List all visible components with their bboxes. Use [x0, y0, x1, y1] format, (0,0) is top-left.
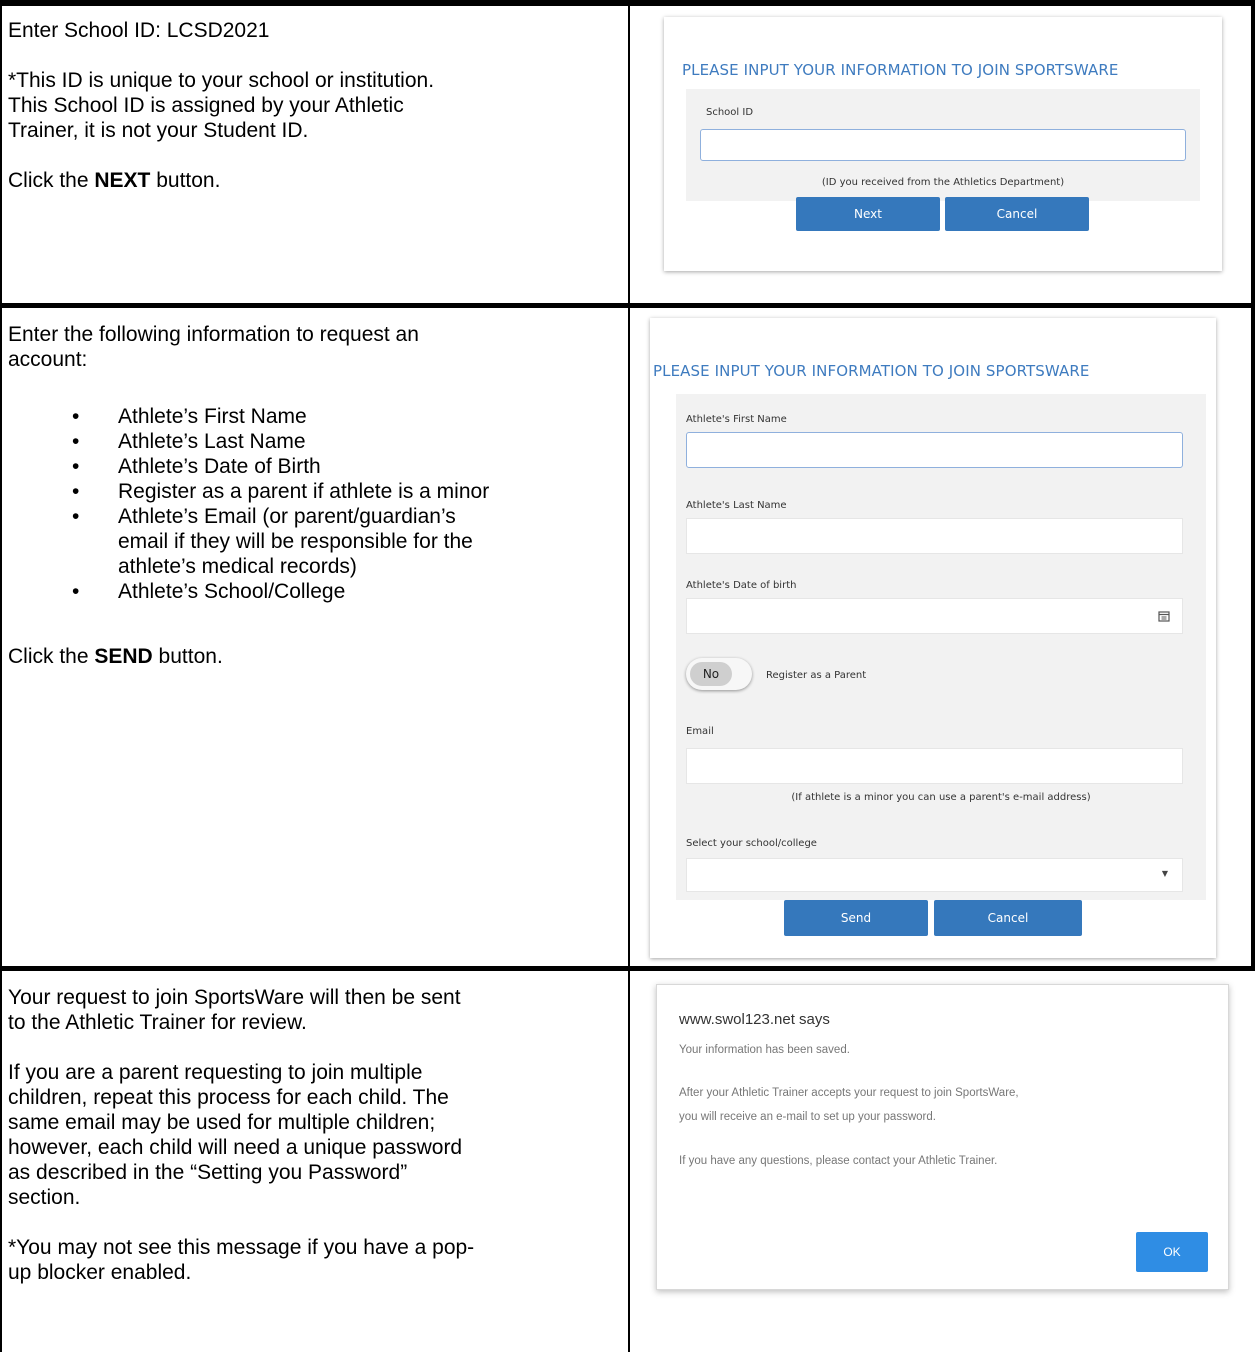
review-line-1: Your request to join SportsWare will the…: [8, 986, 461, 1009]
table-border-left: [0, 0, 2, 1352]
last-name-input[interactable]: [686, 518, 1183, 554]
dropdown-arrow-icon: ▼: [1161, 869, 1168, 878]
school-id-input[interactable]: [700, 129, 1186, 161]
ok-button[interactable]: OK: [1136, 1232, 1208, 1272]
required-info-item: Athlete’s First Name: [8, 404, 628, 429]
school-group: Select your school/college ▼: [676, 818, 1206, 900]
email-label: Email: [686, 726, 714, 737]
multi-child-line-3: same email may be used for multiple chil…: [8, 1111, 436, 1134]
email-hint: (If athlete is a minor you can use a par…: [791, 792, 1091, 803]
table-border-right: [1251, 0, 1255, 971]
school-id-line: Enter School ID: LCSD2021: [8, 19, 270, 42]
last-name-group: Athlete's Last Name: [676, 482, 1206, 562]
parent-toggle-group: No Register as a Parent: [676, 642, 1206, 706]
confirmation-dialog: www.swol123.net says Your information ha…: [656, 984, 1229, 1290]
school-id-note-1: *This ID is unique to your school or ins…: [8, 69, 435, 92]
required-info-text: Athlete’s School/College: [118, 580, 346, 603]
school-select[interactable]: ▼: [686, 858, 1183, 892]
required-info-text: Athlete’s First Name: [118, 405, 307, 428]
first-name-label: Athlete's First Name: [686, 414, 787, 425]
multi-child-line-6: section.: [8, 1186, 81, 1209]
required-info-item: Athlete’s School/College: [8, 579, 628, 604]
multi-child-line-5: as described in the “Setting you Passwor…: [8, 1161, 408, 1184]
required-info-text: Register as a parent if athlete is a min…: [118, 480, 490, 503]
first-name-group: Athlete's First Name: [676, 394, 1206, 482]
email-input[interactable]: [686, 748, 1183, 784]
school-id-field-group: School ID (ID you received from the Athl…: [686, 89, 1200, 201]
required-info-item: Athlete’s Last Name: [8, 429, 628, 454]
request-intro-2: account:: [8, 348, 88, 371]
dialog-accept-text: After your Athletic Trainer accepts your…: [679, 1087, 1019, 1099]
required-info-text: Athlete’s Date of Birth: [118, 455, 321, 478]
required-info-item: Register as a parent if athlete is a min…: [8, 479, 628, 504]
school-id-note-2: This School ID is assigned by your Athle…: [8, 94, 404, 117]
row1-instructions: Enter School ID: LCSD2021 *This ID is un…: [8, 18, 628, 193]
row3-instructions: Your request to join SportsWare will the…: [8, 985, 628, 1285]
next-button[interactable]: Next: [796, 197, 940, 231]
popup-note-2: up blocker enabled.: [8, 1261, 192, 1284]
popup-note-1: *You may not see this message if you hav…: [8, 1236, 475, 1259]
join-form-card: PLEASE INPUT YOUR INFORMATION TO JOIN SP…: [650, 318, 1216, 958]
required-info-text: athlete’s medical records): [118, 555, 357, 578]
review-line-2: to the Athletic Trainer for review.: [8, 1011, 307, 1034]
card-title: PLEASE INPUT YOUR INFORMATION TO JOIN SP…: [682, 61, 1119, 79]
school-id-card: PLEASE INPUT YOUR INFORMATION TO JOIN SP…: [664, 17, 1222, 271]
click-send-line: Click the SEND button.: [8, 645, 223, 668]
register-parent-label: Register as a Parent: [766, 670, 867, 681]
multi-child-line-2: children, repeat this process for each c…: [8, 1086, 449, 1109]
first-name-input[interactable]: [686, 432, 1183, 468]
dob-input[interactable]: [686, 598, 1183, 634]
toggle-value: No: [690, 662, 732, 686]
dob-label: Athlete's Date of birth: [686, 580, 797, 591]
send-button[interactable]: Send: [784, 900, 928, 936]
school-id-hint: (ID you received from the Athletics Depa…: [821, 177, 1065, 188]
calendar-icon[interactable]: [1158, 610, 1170, 622]
required-info-item: Athlete’s Email (or parent/guardian’sema…: [8, 504, 628, 579]
dialog-saved-text: Your information has been saved.: [679, 1044, 850, 1056]
register-parent-toggle[interactable]: No: [686, 658, 752, 690]
last-name-label: Athlete's Last Name: [686, 500, 787, 511]
multi-child-line-4: however, each child will need a unique p…: [8, 1136, 463, 1159]
required-info-text: Athlete’s Email (or parent/guardian’s: [118, 505, 456, 528]
request-intro-1: Enter the following information to reque…: [8, 323, 419, 346]
school-id-label: School ID: [706, 107, 754, 118]
required-info-text: email if they will be responsible for th…: [118, 530, 473, 553]
dob-group: Athlete's Date of birth: [676, 562, 1206, 642]
dialog-site-title: www.swol123.net says: [679, 1011, 830, 1028]
card-title: PLEASE INPUT YOUR INFORMATION TO JOIN SP…: [653, 362, 1090, 380]
table-column-divider: [628, 0, 630, 1352]
email-group: Email (If athlete is a minor you can use…: [676, 706, 1206, 818]
required-info-text: Athlete’s Last Name: [118, 430, 306, 453]
school-id-note-3: Trainer, it is not your Student ID.: [8, 119, 309, 142]
instruction-table: Enter School ID: LCSD2021 *This ID is un…: [0, 0, 1255, 1352]
click-next-line: Click the NEXT button.: [8, 169, 221, 192]
multi-child-line-1: If you are a parent requesting to join m…: [8, 1061, 423, 1084]
dialog-email-text: you will receive an e-mail to set up you…: [679, 1111, 936, 1123]
row2-instructions: Enter the following information to reque…: [8, 322, 628, 669]
cancel-button[interactable]: Cancel: [945, 197, 1089, 231]
dialog-questions-text: If you have any questions, please contac…: [679, 1155, 998, 1167]
required-info-list: Athlete’s First NameAthlete’s Last NameA…: [8, 404, 628, 604]
required-info-item: Athlete’s Date of Birth: [8, 454, 628, 479]
cancel-button[interactable]: Cancel: [934, 900, 1082, 936]
school-label: Select your school/college: [686, 838, 817, 849]
